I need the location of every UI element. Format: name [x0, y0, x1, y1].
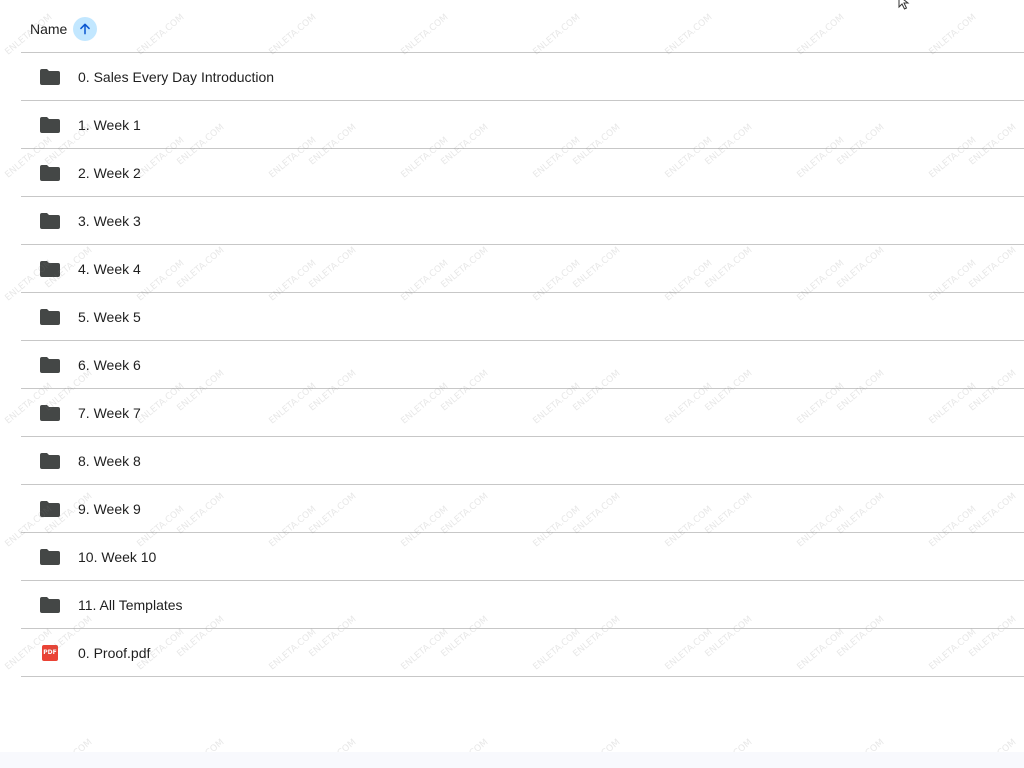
sort-direction-button[interactable] — [73, 17, 98, 41]
folder-icon — [40, 67, 60, 87]
file-name: 8. Week 8 — [78, 452, 141, 469]
watermark-text: ENLETA.COM — [267, 12, 319, 58]
folder-row[interactable]: 10. Week 10 — [21, 532, 1024, 580]
file-list: 0. Sales Every Day Introduction 1. Week 1… — [21, 52, 1024, 677]
arrow-up-icon — [80, 23, 91, 35]
folder-icon — [40, 259, 60, 279]
file-name: 11. All Templates — [78, 596, 183, 613]
file-name: 5. Week 5 — [78, 308, 141, 325]
watermark-text: ENLETA.COM — [663, 12, 715, 58]
file-name: 7. Week 7 — [78, 404, 141, 421]
folder-icon — [40, 355, 60, 375]
file-list-page: Name 0. Sales Every Day Introduction 1. W… — [0, 0, 1024, 768]
pdf-icon: PDF — [40, 643, 60, 663]
file-name: 3. Week 3 — [78, 212, 141, 229]
folder-icon — [40, 211, 60, 231]
watermark-text: ENLETA.COM — [135, 12, 187, 58]
file-name: 6. Week 6 — [78, 356, 141, 373]
folder-row[interactable]: 8. Week 8 — [21, 436, 1024, 484]
pdf-badge: PDF — [42, 644, 58, 661]
file-name: 10. Week 10 — [78, 548, 157, 565]
watermark-text: ENLETA.COM — [399, 12, 451, 58]
folder-icon — [40, 403, 60, 423]
watermark-text: ENLETA.COM — [927, 12, 979, 58]
folder-row[interactable]: 3. Week 3 — [21, 196, 1024, 244]
folder-icon — [40, 451, 60, 471]
folder-icon — [40, 499, 60, 519]
folder-icon — [40, 115, 60, 135]
file-name: 1. Week 1 — [78, 116, 141, 133]
folder-icon — [40, 547, 60, 567]
folder-icon — [40, 595, 60, 615]
folder-row[interactable]: 0. Sales Every Day Introduction — [21, 52, 1024, 100]
watermark-text: ENLETA.COM — [795, 12, 847, 58]
file-name: 9. Week 9 — [78, 500, 141, 517]
folder-row[interactable]: 1. Week 1 — [21, 100, 1024, 148]
file-name: 0. Sales Every Day Introduction — [78, 68, 275, 85]
folder-row[interactable]: 6. Week 6 — [21, 340, 1024, 388]
folder-row[interactable]: 4. Week 4 — [21, 244, 1024, 292]
folder-row[interactable]: 5. Week 5 — [21, 292, 1024, 340]
bottom-strip — [0, 752, 1024, 768]
column-header: Name — [30, 14, 98, 44]
file-name: 4. Week 4 — [78, 260, 141, 277]
file-name: 0. Proof.pdf — [78, 644, 151, 661]
watermark-text: ENLETA.COM — [531, 12, 583, 58]
folder-row[interactable]: 9. Week 9 — [21, 484, 1024, 532]
mouse-cursor-icon — [898, 0, 910, 10]
file-name: 2. Week 2 — [78, 164, 141, 181]
file-row[interactable]: PDF 0. Proof.pdf — [21, 628, 1024, 677]
folder-icon — [40, 163, 60, 183]
name-column-header[interactable]: Name — [30, 21, 67, 37]
folder-row[interactable]: 2. Week 2 — [21, 148, 1024, 196]
folder-icon — [40, 307, 60, 327]
folder-row[interactable]: 11. All Templates — [21, 580, 1024, 628]
folder-row[interactable]: 7. Week 7 — [21, 388, 1024, 436]
